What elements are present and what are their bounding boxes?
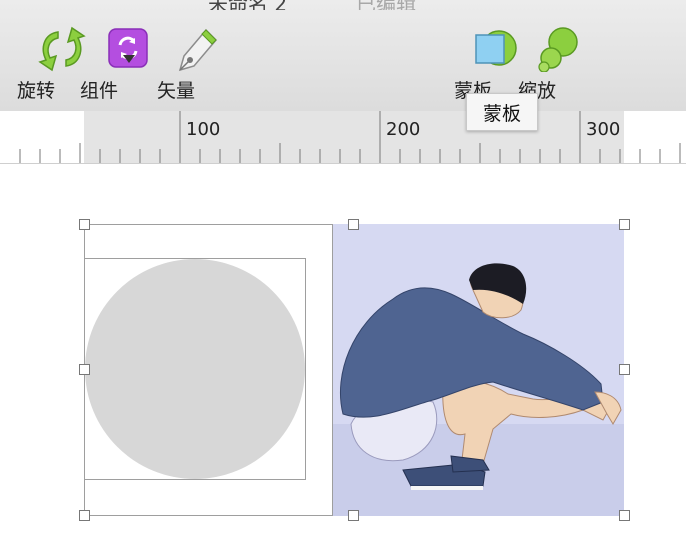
edited-status: 已编辑 — [356, 0, 416, 10]
rotate-button[interactable]: 旋转 — [10, 24, 86, 104]
component-label: 组件 — [79, 80, 118, 102]
mask-tooltip: 蒙板 — [466, 93, 538, 131]
circle-shape[interactable] — [85, 259, 305, 479]
ruler-label-300: 300 — [586, 119, 621, 140]
resize-handle-top-right[interactable] — [619, 219, 630, 230]
mask-icon — [475, 30, 517, 66]
resize-handle-middle-left[interactable] — [79, 364, 90, 375]
rotate-label: 旋转 — [16, 80, 55, 102]
photo-image[interactable] — [332, 224, 624, 516]
resize-handle-middle-right[interactable] — [619, 364, 630, 375]
vector-label: 矢量 — [156, 80, 195, 102]
resize-handle-bottom-left[interactable] — [79, 510, 90, 521]
window-title: 未命名 2 — [208, 0, 287, 10]
resize-handle-bottom-right[interactable] — [619, 510, 630, 521]
chevron-down-icon[interactable] — [122, 54, 136, 64]
component-button[interactable]: 组件 — [78, 24, 148, 104]
ruler-label-100: 100 — [186, 119, 221, 140]
person-illustration — [333, 263, 624, 516]
resize-handle-bottom-center[interactable] — [348, 510, 359, 521]
vector-pen-icon — [178, 28, 218, 72]
mask-button[interactable]: 蒙板 — [450, 24, 517, 104]
scale-icon — [538, 27, 578, 72]
vector-button[interactable]: 矢量 — [154, 24, 218, 104]
horizontal-ruler[interactable]: 100 200 300 — [0, 111, 686, 164]
resize-handle-top-left[interactable] — [79, 219, 90, 230]
scale-button[interactable]: 缩放 — [514, 24, 578, 104]
toolbar: 未命名 2 已编辑 旋转 组件 矢量 — [0, 0, 686, 112]
ruler-label-200: 200 — [386, 119, 421, 140]
resize-handle-top-center[interactable] — [348, 219, 359, 230]
ruler-ticks — [19, 111, 681, 163]
